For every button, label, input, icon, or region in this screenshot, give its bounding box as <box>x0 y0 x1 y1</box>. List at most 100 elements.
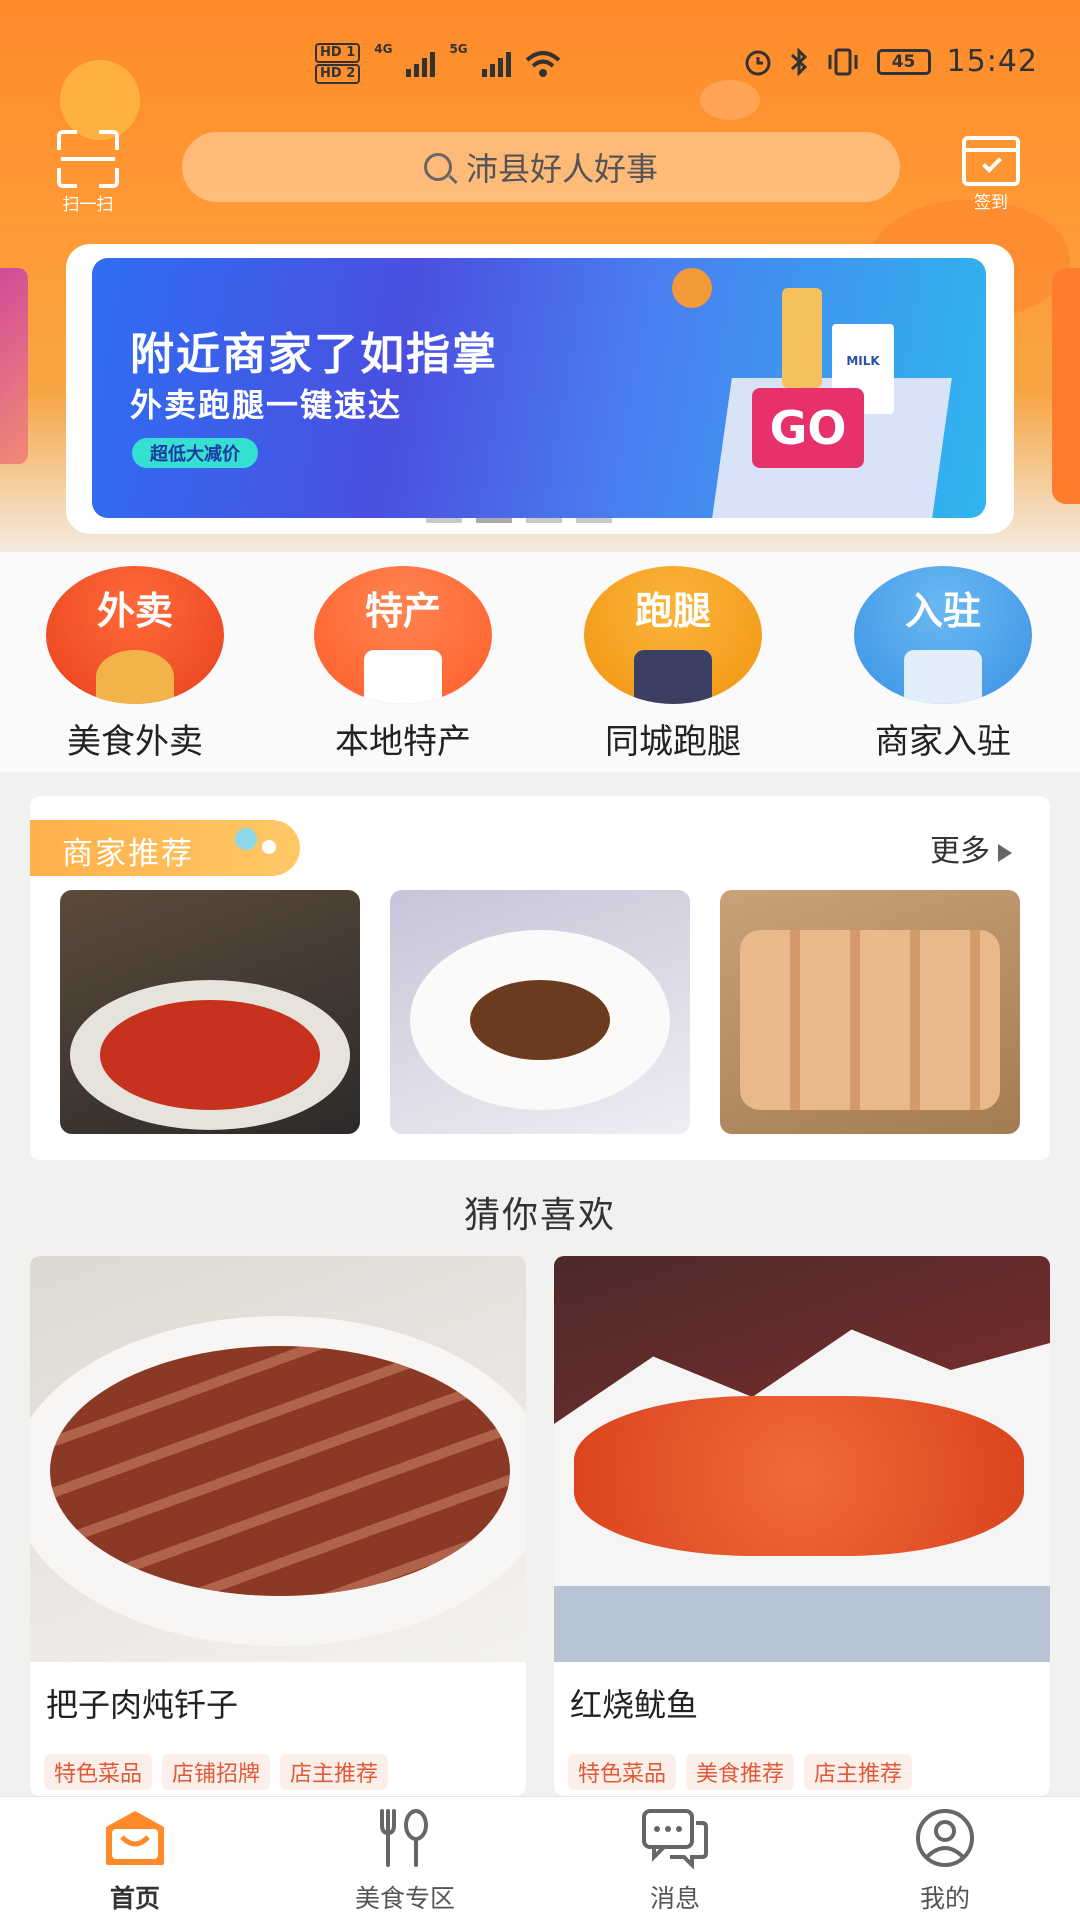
category-badge: 入驻 <box>904 589 981 633</box>
page-dot <box>426 518 462 523</box>
category-errand[interactable]: 跑腿 同城跑腿 <box>578 566 768 763</box>
battery-indicator: 45 <box>876 48 931 75</box>
category-badge: 外卖 <box>96 589 173 633</box>
takeout-box-graphic <box>364 650 442 704</box>
category-merchant-join[interactable]: 入驻 商家入驻 <box>848 566 1038 763</box>
network-4g-label: 4G <box>374 42 393 56</box>
merchant-join-icon: 入驻 <box>854 566 1032 704</box>
food-image <box>554 1256 1050 1662</box>
banner-subline: 外卖跑腿一键速达 <box>130 386 403 424</box>
search-icon <box>423 153 452 181</box>
category-label: 商家入驻 <box>875 722 1011 762</box>
signal-1-icon <box>406 51 436 77</box>
status-bar: HD 1 HD 2 4G 5G 45 15:42 <box>0 40 1080 90</box>
food-tag: 特色菜品 <box>44 1754 153 1790</box>
squid-graphic <box>574 1396 1024 1556</box>
signal-2-icon <box>481 51 511 77</box>
tab-food[interactable]: 美食专区 <box>330 1807 480 1915</box>
food-tag: 特色菜品 <box>568 1754 677 1790</box>
banner-pagination <box>426 518 612 523</box>
guess-title: 猜你喜欢 <box>463 1195 616 1236</box>
food-tag: 店主推荐 <box>280 1754 389 1790</box>
hd2-indicator: HD 2 <box>315 64 361 84</box>
category-grid: 外卖 美食外卖 特产 本地特产 跑腿 同城跑腿 入驻 商家入驻 <box>0 552 1080 772</box>
calendar-check-icon <box>962 136 1020 186</box>
merchant-thumb-braised[interactable] <box>390 890 690 1134</box>
section-title: 商家推荐 <box>62 836 194 872</box>
network-5g-label: 5G <box>449 42 468 56</box>
hd1-indicator: HD 1 <box>315 43 361 63</box>
checkin-button[interactable]: 签到 <box>958 130 1024 213</box>
braised-dish-graphic <box>470 980 610 1060</box>
food-tags: 特色菜品 店铺招牌 店主推荐 <box>44 1754 389 1790</box>
category-specialty[interactable]: 特产 本地特产 <box>308 566 498 763</box>
food-tag: 美食推荐 <box>686 1754 795 1790</box>
tab-label: 首页 <box>109 1884 160 1913</box>
tab-label: 消息 <box>649 1884 700 1913</box>
building-graphic <box>904 650 982 704</box>
bubble-decoration <box>235 828 257 850</box>
bubble-decoration <box>262 840 276 854</box>
banner-next-peek[interactable] <box>1052 268 1080 504</box>
banner-pill: 超低大减价 <box>132 438 258 468</box>
bluetooth-icon <box>790 46 807 77</box>
scan-button[interactable]: 扫一扫 <box>52 130 124 215</box>
merchant-thumb-crayfish[interactable] <box>60 890 360 1134</box>
category-label: 本地特产 <box>335 722 471 762</box>
food-image <box>30 1256 526 1662</box>
specialty-icon: 特产 <box>314 566 492 704</box>
rolls-graphic <box>740 930 1000 1110</box>
more-link[interactable]: 更多 <box>930 826 1012 870</box>
food-tag: 店主推荐 <box>804 1754 913 1790</box>
scan-icon <box>57 130 119 188</box>
message-icon <box>640 1807 710 1870</box>
promo-banner[interactable]: 附近商家了如指掌 外卖跑腿一键速达 超低大减价 MILK GO <box>92 258 986 518</box>
page-dot <box>576 518 612 523</box>
bottle-illustration <box>782 288 822 388</box>
category-badge: 跑腿 <box>634 589 711 633</box>
errand-icon: 跑腿 <box>584 566 762 704</box>
vibrate-icon <box>828 48 858 75</box>
food-tag: 店铺招牌 <box>162 1754 271 1790</box>
food-icon <box>370 1807 440 1869</box>
alarm-icon <box>745 50 771 75</box>
search-placeholder: 沛县好人好事 <box>465 150 658 188</box>
food-card[interactable]: 把子肉炖钎子 特色菜品 店铺招牌 店主推荐 <box>30 1256 526 1796</box>
home-icon <box>100 1807 170 1869</box>
category-label: 美食外卖 <box>67 722 203 762</box>
food-tags: 特色菜品 美食推荐 店主推荐 <box>568 1754 913 1790</box>
bottom-tab-bar: 首页 美食专区 消息 我的 <box>0 1796 1080 1920</box>
profile-icon <box>910 1807 980 1869</box>
tab-home[interactable]: 首页 <box>60 1807 210 1915</box>
tab-label: 美食专区 <box>354 1884 455 1913</box>
tab-profile[interactable]: 我的 <box>870 1807 1020 1915</box>
banner-prev-peek[interactable] <box>0 268 28 464</box>
section-title-badge: 商家推荐 <box>30 820 300 876</box>
tab-label: 我的 <box>919 1884 970 1913</box>
page-dot <box>526 518 562 523</box>
food-card[interactable]: 红烧鱿鱼 特色菜品 美食推荐 店主推荐 <box>554 1256 1050 1796</box>
go-sign: GO <box>752 388 864 468</box>
tab-messages[interactable]: 消息 <box>600 1807 750 1915</box>
search-bar[interactable]: 沛县好人好事 <box>182 132 900 202</box>
category-takeout[interactable]: 外卖 美食外卖 <box>40 566 230 763</box>
clock: 15:42 <box>946 44 1038 79</box>
food-title: 把子肉炖钎子 <box>46 1686 239 1724</box>
merchant-recommend-section: 商家推荐 更多 <box>30 796 1050 1160</box>
checkin-label: 签到 <box>974 193 1008 213</box>
category-label: 同城跑腿 <box>605 722 741 762</box>
page-dot-active <box>476 518 512 523</box>
scan-label: 扫一扫 <box>62 195 114 215</box>
plate-rim-graphic <box>554 1586 1050 1662</box>
wifi-icon <box>525 50 560 77</box>
roast-chicken-graphic <box>96 650 174 704</box>
play-arrow-icon <box>998 843 1012 862</box>
braised-pork-graphic <box>50 1346 510 1596</box>
more-label: 更多 <box>930 834 990 869</box>
takeout-icon: 外卖 <box>46 566 224 704</box>
banner-headline: 附近商家了如指掌 <box>130 329 498 380</box>
food-title: 红烧鱿鱼 <box>570 1686 699 1724</box>
orange-slice-illustration <box>672 268 712 308</box>
merchant-thumb-rolls[interactable] <box>720 890 1020 1134</box>
category-badge: 特产 <box>364 589 441 633</box>
